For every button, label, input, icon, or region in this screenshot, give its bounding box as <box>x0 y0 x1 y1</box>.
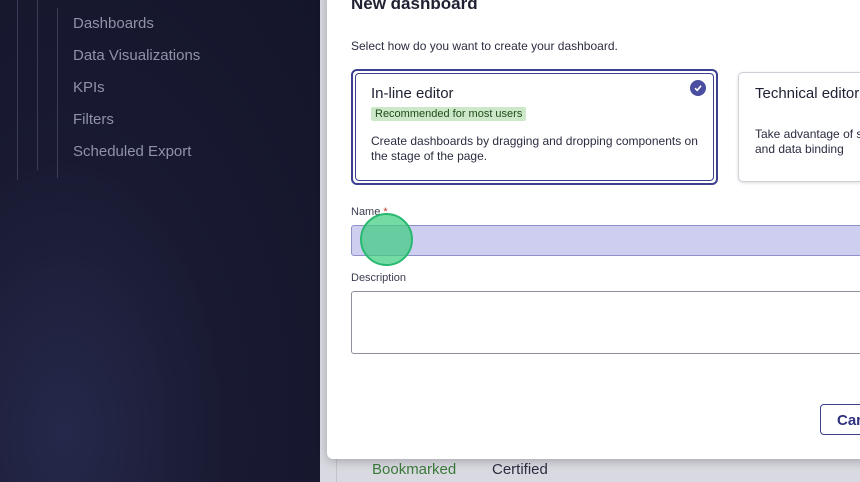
bookmarked-tab: Bookmarked <box>372 461 457 478</box>
technical-editor-title: Technical editor <box>755 85 860 102</box>
description-textarea[interactable] <box>351 291 860 354</box>
sidebar-tree-line <box>57 8 58 178</box>
name-input[interactable] <box>351 225 860 256</box>
recommended-badge: Recommended for most users <box>371 107 527 121</box>
sidebar-item-data-visualizations[interactable]: Data Visualizations <box>73 47 200 64</box>
inline-editor-description: Create dashboards by dragging and droppi… <box>371 134 698 163</box>
sidebar: Dashboards Data Visualizations KPIs Filt… <box>0 0 320 482</box>
dialog-title: New dashboard <box>351 0 478 13</box>
certified-tab: Certified <box>492 461 548 478</box>
sidebar-item-kpis[interactable]: KPIs <box>73 79 105 96</box>
sidebar-tree-line <box>37 0 38 170</box>
sidebar-tree-line <box>17 0 18 180</box>
description-label: Description <box>351 272 407 284</box>
click-indicator <box>360 213 413 266</box>
inline-editor-title: In-line editor <box>371 85 454 102</box>
sidebar-item-scheduled-export[interactable]: Scheduled Export <box>73 143 191 160</box>
technical-editor-description: Take advantage of scripting and data bin… <box>755 127 860 156</box>
sidebar-item-dashboards[interactable]: Dashboards <box>73 15 154 32</box>
sidebar-item-filters[interactable]: Filters <box>73 111 114 128</box>
dialog-subtitle: Select how do you want to create your da… <box>351 39 618 53</box>
cancel-button[interactable]: Cancel <box>820 404 860 435</box>
check-circle-icon <box>690 80 706 96</box>
